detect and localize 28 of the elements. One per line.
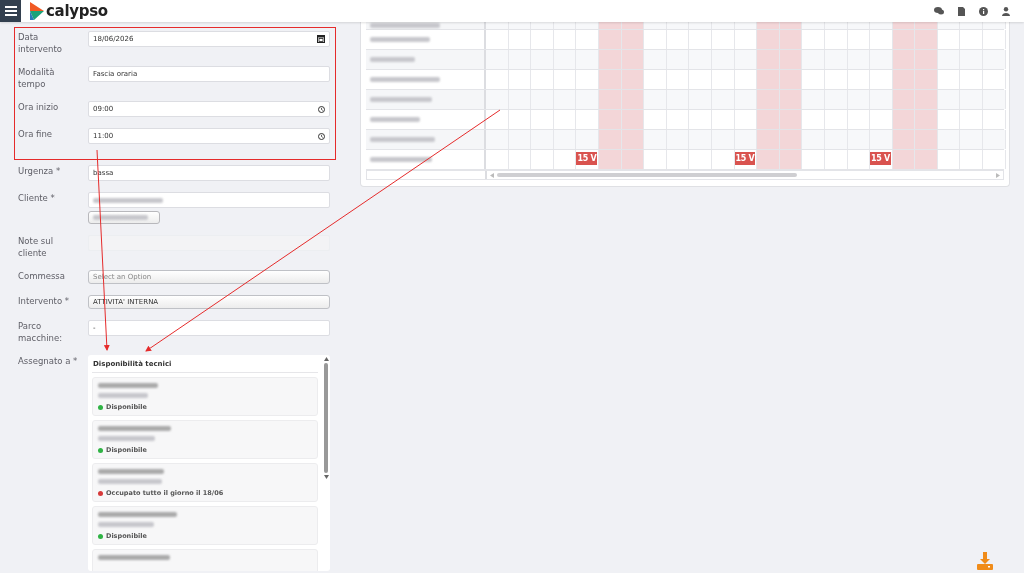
field-label: Cliente * bbox=[18, 192, 56, 205]
field-label: Ora inizio bbox=[18, 101, 60, 114]
document-icon[interactable] bbox=[958, 6, 965, 16]
field-label: Assegnato a * bbox=[18, 355, 79, 368]
field-label: Ora fine bbox=[18, 128, 54, 141]
menu-button[interactable] bbox=[0, 0, 21, 22]
clock-icon[interactable] bbox=[318, 132, 325, 140]
badge: 15 V bbox=[576, 152, 598, 165]
field-label: Intervento * bbox=[18, 295, 71, 308]
chat-icon[interactable] bbox=[934, 7, 944, 15]
field-label: Note sul cliente bbox=[18, 235, 54, 259]
triangle-down-icon[interactable] bbox=[323, 475, 329, 479]
field-label: Parco macchine: bbox=[18, 320, 64, 344]
logo[interactable]: calypso bbox=[46, 2, 108, 20]
calendar-icon[interactable] bbox=[317, 35, 325, 43]
badge: 15 V bbox=[870, 152, 891, 165]
field-label: Urgenza * bbox=[18, 165, 62, 178]
field-label: Commessa bbox=[18, 270, 66, 283]
user-icon[interactable] bbox=[1002, 6, 1010, 16]
logo-icon bbox=[30, 2, 44, 20]
info-icon[interactable] bbox=[979, 6, 988, 16]
field-label: Modalità tempo bbox=[18, 66, 56, 90]
clock-icon[interactable] bbox=[318, 105, 325, 113]
triangle-up-icon[interactable] bbox=[323, 357, 329, 361]
badge: 15 V bbox=[734, 152, 756, 165]
menu-icon[interactable] bbox=[4, 6, 17, 16]
field-label: Data intervento bbox=[18, 31, 63, 55]
input-field[interactable] bbox=[88, 192, 330, 208]
